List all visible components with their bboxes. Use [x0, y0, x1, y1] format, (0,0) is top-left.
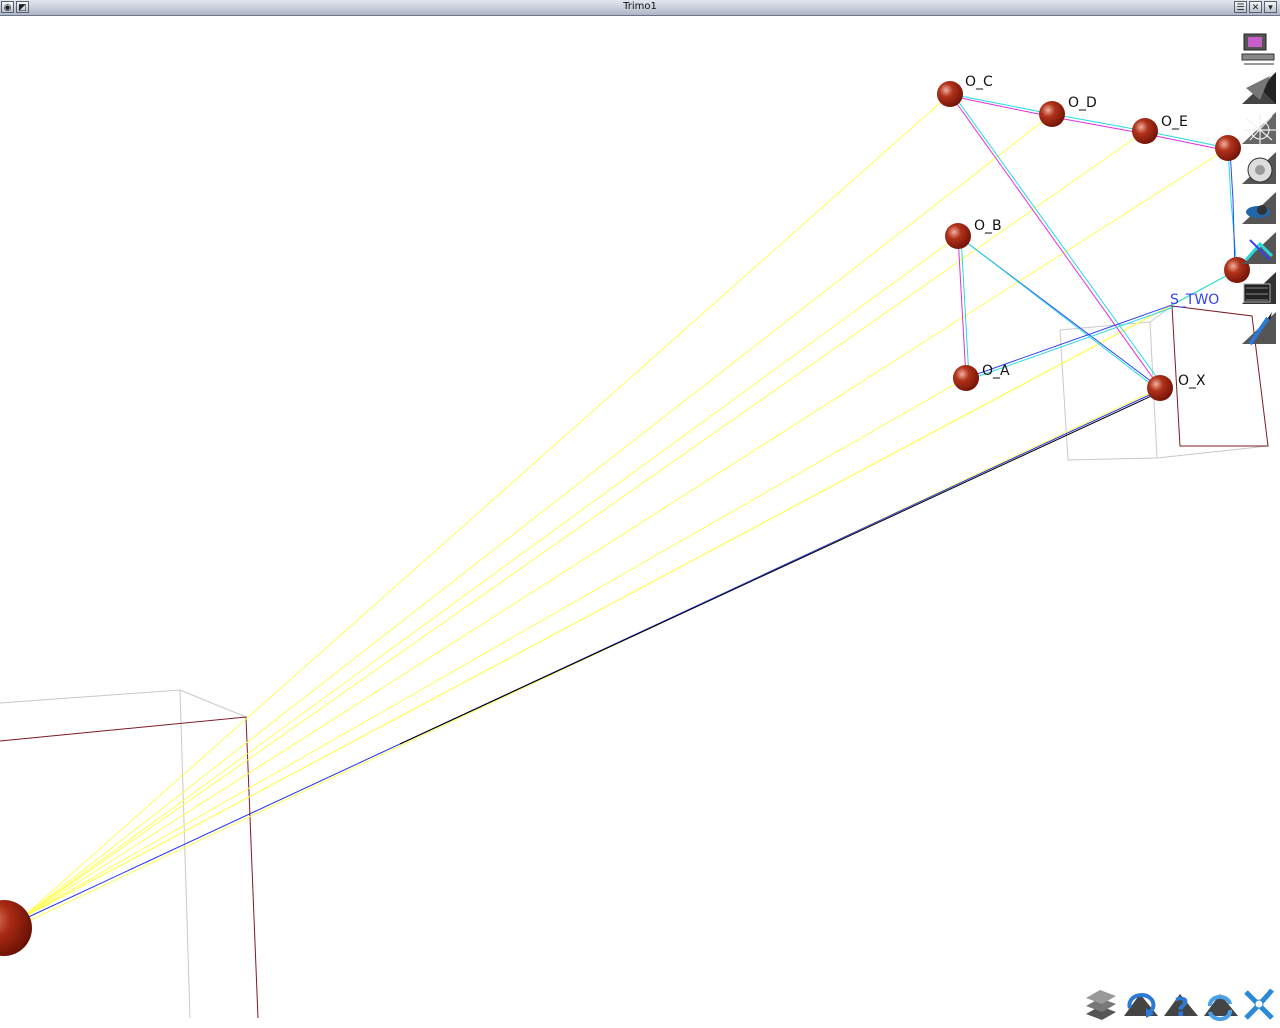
minimize-icon[interactable]: ▾	[1264, 1, 1277, 13]
menu-icon[interactable]: ☰	[1234, 1, 1247, 13]
node-label-o-b: O_B	[974, 218, 1002, 234]
3d-viewport[interactable]: O_C O_D O_E O_B O_A O_X S_TWO	[0, 16, 1280, 1024]
exit-icon[interactable]	[1240, 986, 1278, 1022]
window-title: Trimo1	[623, 1, 657, 12]
node-label-o-c: O_C	[965, 74, 993, 90]
pyramid-tool-icon[interactable]	[1240, 70, 1278, 108]
projection-rays	[21, 93, 1238, 925]
node-o-c[interactable]: O_C	[937, 74, 993, 107]
selected-ray-shadow	[399, 391, 1161, 745]
node-label-o-e: O_E	[1161, 114, 1188, 130]
node-o-b[interactable]: O_B	[945, 218, 1002, 249]
film-tool-icon[interactable]	[1240, 270, 1278, 308]
left-sensor-box	[0, 689, 259, 1019]
link-tool-icon[interactable]	[1240, 230, 1278, 268]
help-icon[interactable]: ?	[1162, 986, 1200, 1022]
mesh-tool-icon[interactable]	[1240, 110, 1278, 148]
window-title-bar: ◉ ◩ Trimo1 ☰ ✕ ▾	[0, 0, 1280, 16]
svg-text:?: ?	[1174, 993, 1189, 1022]
lens-tool-icon[interactable]	[1240, 150, 1278, 188]
node-label-o-a: O_A	[982, 363, 1010, 379]
layers-icon[interactable]	[1082, 986, 1120, 1022]
node-o-d[interactable]: O_D	[1039, 95, 1097, 127]
node-label-o-d: O_D	[1068, 95, 1097, 111]
monitor-tool-icon[interactable]	[1240, 30, 1278, 68]
origin-sphere[interactable]	[0, 900, 32, 956]
node-o-e[interactable]: O_E	[1132, 114, 1188, 144]
node-label-o-x: O_X	[1178, 373, 1206, 389]
refresh-icon[interactable]	[1202, 986, 1240, 1022]
camera-tool-icon[interactable]	[1240, 190, 1278, 228]
rotate-icon[interactable]	[1122, 986, 1160, 1022]
sensor-label-s-two: S_TWO	[1170, 292, 1219, 308]
node-o-a[interactable]: O_A	[953, 363, 1010, 391]
right-toolbar	[1236, 16, 1280, 356]
close-icon[interactable]: ✕	[1249, 1, 1262, 13]
pen-tool-icon[interactable]	[1240, 310, 1278, 348]
bottom-toolbar: ?	[1080, 984, 1280, 1024]
